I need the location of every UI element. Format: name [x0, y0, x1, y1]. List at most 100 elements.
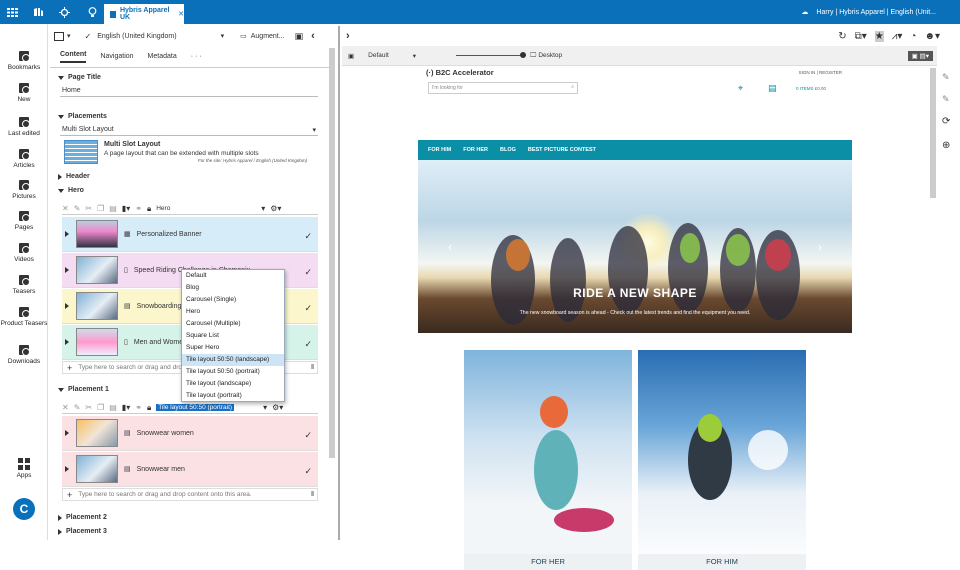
tab-navigation[interactable]: Navigation [100, 53, 133, 60]
chevron-right-icon[interactable]: › [346, 30, 350, 42]
tile-for-him[interactable]: FOR HIM [638, 350, 806, 570]
nav-pages[interactable]: Pages [0, 210, 48, 231]
plus-icon[interactable]: + [67, 363, 72, 373]
signin-link[interactable]: SIGN IN | REGISTER [799, 70, 842, 75]
tab-metadata[interactable]: Metadata [148, 53, 177, 60]
user-menu[interactable]: ☁ Harry | Hybris Apparel | English (Unit… [801, 0, 936, 24]
chevron-down-icon[interactable]: ▾ [261, 204, 265, 213]
dropdown-option[interactable]: Super Hero [182, 342, 284, 354]
nav-pictures[interactable]: Pictures [0, 179, 48, 200]
dropdown-option[interactable]: Tile layout (portrait) [182, 390, 284, 402]
star-icon[interactable]: ★ [874, 30, 884, 42]
placement-1-view-select[interactable]: Tile layout 50:50 (portrait) [156, 404, 235, 411]
notifications-icon[interactable]: ⟳ [942, 116, 950, 127]
edit-icon[interactable]: ✎ [74, 403, 81, 412]
copy-icon[interactable]: ❐ [97, 204, 104, 213]
menu-item-for-him[interactable]: FOR HIM [428, 147, 451, 153]
document-type-icon[interactable] [54, 31, 64, 41]
lightbulb-icon[interactable] [82, 0, 102, 24]
slider-handle[interactable] [520, 52, 527, 58]
language-label[interactable]: English (United Kingdom) [97, 33, 176, 40]
placement-1-item-women[interactable]: ▤ Snowwear women ✓ [62, 416, 318, 451]
cut-icon[interactable]: ✂ [85, 204, 92, 213]
panel-scrollbar[interactable] [329, 48, 335, 458]
delete-icon[interactable]: ✕ [62, 403, 69, 412]
chevron-down-icon[interactable]: ▾ [67, 32, 71, 40]
augment-label[interactable]: Augment... [251, 33, 285, 40]
nav-product-teasers[interactable]: Product Teasers [0, 306, 48, 327]
nav-last-edited[interactable]: Last edited [0, 116, 48, 137]
hero-view-select[interactable]: Hero [156, 205, 256, 212]
expand-icon[interactable] [65, 303, 69, 309]
expand-icon[interactable] [65, 466, 69, 472]
placement-1-section[interactable]: Placement 1 [58, 386, 109, 393]
nav-downloads[interactable]: Downloads [0, 344, 48, 365]
library-icon[interactable]: ⫴ [311, 491, 314, 499]
site-logo[interactable]: (·) B2C Accelerator [426, 68, 494, 77]
navigate-icon[interactable] [54, 0, 74, 24]
window-icon[interactable]: ▣ [348, 52, 354, 60]
dropdown-option[interactable]: Carousel (Single) [182, 294, 284, 306]
layout-select[interactable]: Multi Slot Layout ▾ [60, 124, 318, 136]
menu-item-blog[interactable]: BLOG [500, 147, 516, 153]
edit-icon[interactable]: ✎ [74, 204, 81, 213]
library-icon[interactable]: ⫴ [311, 364, 314, 372]
nav-articles[interactable]: Articles [0, 148, 48, 169]
carousel-prev-icon[interactable]: ‹ [448, 240, 452, 254]
nav-bookmarks[interactable]: Bookmarks [0, 50, 48, 71]
carousel-next-icon[interactable]: › [818, 240, 822, 254]
dropdown-option[interactable]: Tile layout 50:50 (portrait) [182, 366, 284, 378]
tile-for-her[interactable]: FOR HER [464, 350, 632, 570]
menu-item-for-her[interactable]: FOR HER [463, 147, 488, 153]
preview-mode-select[interactable]: Default [368, 52, 389, 59]
placement-3-section[interactable]: Placement 3 [58, 528, 107, 535]
nav-videos[interactable]: Videos [0, 242, 48, 263]
expand-icon[interactable] [65, 231, 69, 237]
tab-site[interactable]: Hybris Apparel UK ✕ [104, 4, 184, 24]
expand-icon[interactable] [65, 430, 69, 436]
dropdown-option[interactable]: Square List [182, 330, 284, 342]
nav-apps[interactable]: Apps [0, 458, 48, 479]
refresh-icon[interactable]: ↻ [838, 31, 846, 42]
delete-icon[interactable]: ✕ [62, 204, 69, 213]
chart-icon[interactable]: ⩘▾ [892, 31, 903, 42]
store-locator-icon[interactable]: ⌖ [738, 83, 743, 94]
list-icon[interactable]: ▤ [768, 83, 777, 94]
document-icon[interactable]: ▮▾ [122, 204, 130, 213]
dropdown-option[interactable]: Carousel (Multiple) [182, 318, 284, 330]
edit-tool-icon[interactable]: ✎ [942, 94, 950, 105]
copy-icon[interactable]: ❐ [97, 403, 104, 412]
placements-section[interactable]: Placements [58, 113, 107, 120]
hero-banner[interactable]: ‹ › RIDE A NEW SHAPE The new snowboard s… [418, 160, 852, 333]
settings-icon[interactable]: ⚙▾ [270, 204, 281, 213]
expand-icon[interactable] [65, 267, 69, 273]
close-icon[interactable]: ✕ [178, 10, 184, 18]
placement-1-item-men[interactable]: ▤ Snowwear men ✓ [62, 452, 318, 487]
language-icon[interactable]: ⊕ [942, 140, 950, 151]
page-title-field[interactable]: Home [60, 85, 318, 97]
pin-icon[interactable]: ✎ [942, 72, 950, 83]
chevron-down-icon[interactable]: ▾ [413, 52, 416, 60]
cart-label[interactable]: 0 ITEMS £0.00 [796, 86, 826, 91]
tab-content[interactable]: Content [60, 51, 87, 63]
document-icon[interactable]: ▮▾ [122, 403, 130, 412]
cut-icon[interactable]: ✂ [85, 403, 92, 412]
library-icon[interactable] [28, 0, 48, 24]
hero-section[interactable]: Hero [58, 187, 84, 194]
clock-icon[interactable]: ◔ [910, 31, 916, 42]
nav-teasers[interactable]: Teasers [0, 274, 48, 295]
page-title-section[interactable]: Page Title [58, 74, 101, 81]
paste-icon[interactable]: ▤ [109, 204, 117, 213]
dropdown-option[interactable]: Hero [182, 306, 284, 318]
header-section[interactable]: Header [58, 173, 90, 180]
view-toggle[interactable]: ▣ ▤▾ [907, 50, 933, 61]
settings-icon[interactable]: ⚙▾ [272, 403, 283, 412]
hero-item-personalized-banner[interactable]: ▦ Personalized Banner ✓ [62, 217, 318, 252]
expand-icon[interactable] [65, 339, 69, 345]
link-icon[interactable]: ⚭ [135, 403, 142, 412]
dropdown-option-highlighted[interactable]: Tile layout 50:50 (landscape) [182, 354, 284, 366]
site-search[interactable]: I'm looking for ⌕ [428, 82, 578, 94]
paste-icon[interactable]: ▤ [109, 403, 117, 412]
user-icon[interactable]: ☻▾ [924, 31, 940, 42]
link-icon[interactable]: ⚭ [135, 204, 142, 213]
